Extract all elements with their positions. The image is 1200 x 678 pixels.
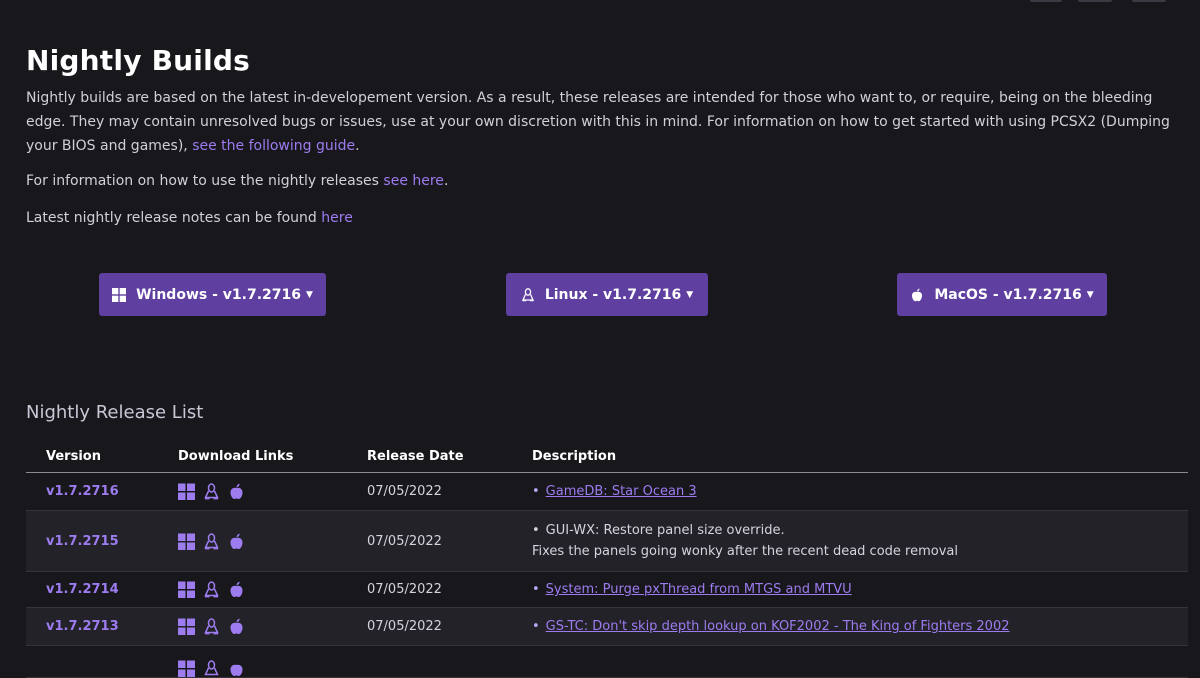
chevron-down-icon: ▼ <box>305 289 313 300</box>
notes-text: Latest nightly release notes can be foun… <box>26 210 322 226</box>
linux-icon[interactable] <box>203 532 220 550</box>
windows-download-button[interactable]: Windows - v1.7.2716 ▼ <box>99 273 326 316</box>
usage-end: . <box>443 173 449 189</box>
linux-icon[interactable] <box>203 660 220 677</box>
description-item: • GS-TC: Don't skip depth lookup on KOF20… <box>532 619 1010 634</box>
commit-message: GUI-WX: Restore panel size override. <box>545 523 785 538</box>
release-date: 07/05/2022 <box>367 484 442 499</box>
table-row-partial <box>26 646 1188 678</box>
apple-icon <box>910 288 924 302</box>
version-link[interactable]: v1.7.2713 <box>46 619 119 634</box>
linux-icon[interactable] <box>203 618 220 635</box>
top-nav-stubs <box>1000 0 1200 4</box>
description-item: • GUI-WX: Restore panel size override. <box>532 523 785 538</box>
intro-end: . <box>355 138 360 154</box>
release-date: 07/05/2022 <box>367 582 442 597</box>
usage-text: For information on how to use the nightl… <box>26 173 384 189</box>
commit-link[interactable]: GameDB: Star Ocean 3 <box>546 484 697 499</box>
release-list-title: Nightly Release List <box>26 402 204 423</box>
linux-icon <box>521 287 535 302</box>
release-date: 07/05/2022 <box>367 619 442 634</box>
table-header-row: Version Download Links Release Date Desc… <box>26 441 1188 473</box>
nav-stub <box>1078 0 1112 2</box>
commit-link[interactable]: GS-TC: Don't skip depth lookup on KOF200… <box>546 619 1010 634</box>
column-description: Description <box>532 441 1188 473</box>
intro-paragraph: Nightly builds are based on the latest i… <box>26 86 1188 158</box>
description-item: • GameDB: Star Ocean 3 <box>532 484 697 499</box>
apple-icon[interactable] <box>228 581 245 598</box>
windows-icon[interactable] <box>178 618 195 635</box>
table-row: v1.7.2713 07/05/2022 • GS-TC: Don't skip … <box>26 607 1188 646</box>
commit-link[interactable]: System: Purge pxThread from MTGS and MTV… <box>546 582 852 597</box>
nav-stub <box>1030 0 1062 2</box>
page-title: Nightly Builds <box>26 44 250 77</box>
apple-icon[interactable] <box>228 533 245 550</box>
windows-icon[interactable] <box>178 581 195 598</box>
windows-icon[interactable] <box>178 533 195 550</box>
notes-link[interactable]: here <box>321 210 353 226</box>
macos-download-button[interactable]: MacOS - v1.7.2716 ▼ <box>897 273 1107 316</box>
version-link[interactable]: v1.7.2714 <box>46 582 119 597</box>
linux-icon[interactable] <box>203 483 220 500</box>
nav-stub <box>1132 0 1166 2</box>
usage-paragraph: For information on how to use the nightl… <box>26 171 448 191</box>
chevron-down-icon: ▼ <box>1086 289 1094 300</box>
notes-paragraph: Latest nightly release notes can be foun… <box>26 208 353 228</box>
linux-download-button[interactable]: Linux - v1.7.2716 ▼ <box>506 273 708 316</box>
linux-icon[interactable] <box>203 581 220 598</box>
usage-link[interactable]: see here <box>383 173 444 189</box>
version-link[interactable]: v1.7.2716 <box>46 484 119 499</box>
windows-icon[interactable] <box>178 483 195 500</box>
description-detail: Fixes the panels going wonky after the r… <box>532 544 958 559</box>
apple-icon[interactable] <box>228 483 245 500</box>
version-link[interactable]: v1.7.2715 <box>46 534 119 549</box>
guide-link[interactable]: see the following guide <box>192 138 355 154</box>
release-date: 07/05/2022 <box>367 533 442 549</box>
macos-download-label: MacOS - v1.7.2716 <box>934 286 1082 303</box>
description-item: • System: Purge pxThread from MTGS and MT… <box>532 582 852 597</box>
table-row: v1.7.2714 07/05/2022 • System: Purge pxTh… <box>26 572 1188 608</box>
windows-icon <box>112 287 127 302</box>
table-row: v1.7.2715 07/05/2022 • GUI-WX: Restore pa… <box>26 510 1188 572</box>
apple-icon[interactable] <box>228 618 245 635</box>
windows-icon[interactable] <box>178 660 195 677</box>
chevron-down-icon: ▼ <box>686 289 694 300</box>
column-release-date: Release Date <box>367 441 532 473</box>
windows-download-label: Windows - v1.7.2716 <box>136 286 301 303</box>
linux-download-label: Linux - v1.7.2716 <box>544 286 682 303</box>
column-download-links: Download Links <box>178 441 367 473</box>
column-version: Version <box>26 441 178 473</box>
table-row: v1.7.2716 07/05/2022 • GameDB: Star Ocean… <box>26 473 1188 511</box>
apple-icon[interactable] <box>228 660 245 677</box>
release-table: Version Download Links Release Date Desc… <box>26 441 1188 678</box>
